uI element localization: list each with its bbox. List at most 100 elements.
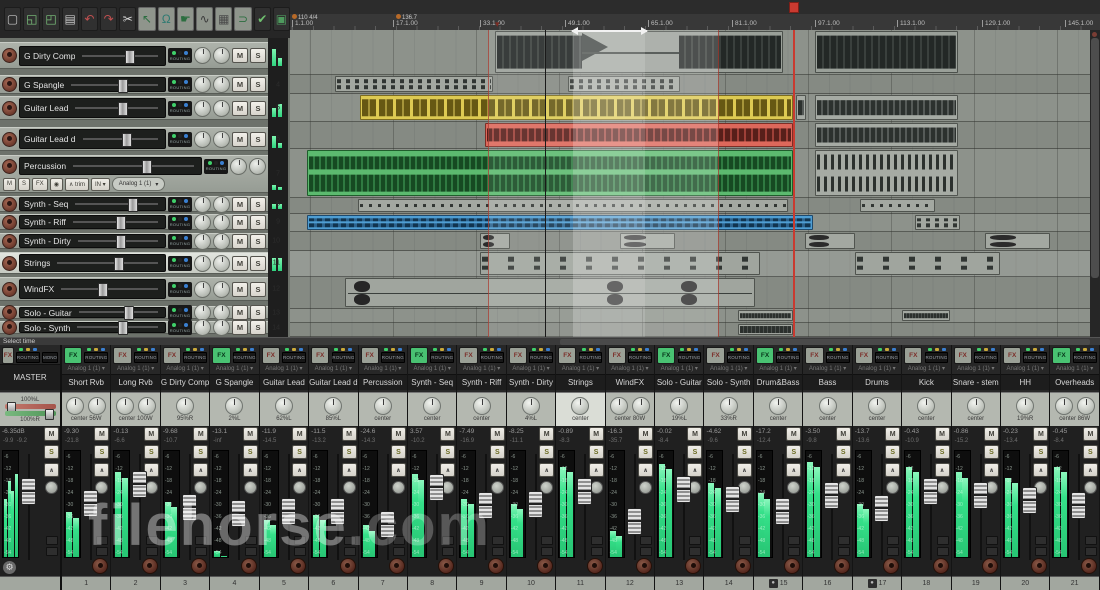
record-arm-button[interactable]: [290, 558, 306, 574]
fader-track[interactable]: [577, 454, 591, 560]
pan-knob[interactable]: [230, 158, 247, 175]
fx-button[interactable]: FX: [954, 347, 972, 364]
fx-button[interactable]: FX: [756, 347, 774, 364]
strip-number-row[interactable]: 1: [62, 576, 110, 590]
fader-track[interactable]: [627, 454, 641, 560]
tcp-track-row-6[interactable]: Guitar Lead dROUTINGMS6: [0, 127, 268, 151]
record-arm-button[interactable]: [241, 558, 257, 574]
strip-number-row[interactable]: 5: [260, 576, 308, 590]
strip-name[interactable]: G Dirty Comp: [161, 374, 209, 390]
fader-handle[interactable]: [21, 478, 36, 505]
strip-name[interactable]: HH: [1001, 374, 1049, 390]
media-item[interactable]: [815, 31, 958, 73]
strip-number-row[interactable]: ●17: [853, 576, 901, 590]
tcp-track-row-3[interactable]: G Dirty CompROUTINGMS3: [0, 42, 268, 69]
pan-knob[interactable]: [225, 397, 243, 415]
routing-button[interactable]: ROUTING: [168, 132, 192, 147]
volume-slider-handle[interactable]: [116, 216, 126, 230]
media-item[interactable]: [358, 199, 788, 212]
volume-slider-handle[interactable]: [116, 235, 126, 249]
input-select[interactable]: Analog 1 (1) ▾: [606, 364, 654, 374]
record-arm-button[interactable]: [2, 132, 17, 147]
routing-button[interactable]: ROUTING: [727, 352, 751, 363]
fader-handle[interactable]: [330, 498, 345, 525]
record-arm-button[interactable]: [389, 558, 405, 574]
volume-slider-handle[interactable]: [128, 198, 138, 212]
sends-knob[interactable]: [194, 481, 207, 494]
mute-button[interactable]: M: [193, 427, 208, 441]
tcp-control-fx[interactable]: FX: [32, 178, 48, 191]
record-arm-button[interactable]: [883, 558, 899, 574]
solo-button[interactable]: S: [250, 101, 266, 116]
track-lane-3[interactable]: [290, 30, 1100, 75]
pan-knob[interactable]: [670, 397, 688, 415]
strip-name[interactable]: Strings: [556, 374, 604, 390]
fader-handle[interactable]: [281, 498, 296, 525]
mute-button[interactable]: M: [342, 427, 357, 441]
routing-button[interactable]: ROUTING: [480, 352, 504, 363]
strip-name[interactable]: Percussion: [359, 374, 407, 390]
input-select[interactable]: Analog 1 (1) ▾: [952, 364, 1000, 374]
pan-knob[interactable]: [194, 255, 211, 272]
track-name-box[interactable]: Guitar Lead: [19, 98, 166, 118]
track-name-box[interactable]: WindFX: [19, 279, 166, 299]
strip-name[interactable]: Snare - stem: [952, 374, 1000, 390]
routing-button[interactable]: ROUTING: [168, 256, 192, 271]
fx-button[interactable]: FX: [558, 347, 576, 364]
fx-button[interactable]: FX: [410, 347, 428, 364]
tcp-track-row-4[interactable]: G SpangleROUTINGMS4: [0, 75, 268, 94]
mute-button[interactable]: M: [232, 197, 248, 212]
track-lane-6[interactable]: [290, 122, 1100, 149]
routing-button[interactable]: ROUTING: [168, 234, 192, 249]
media-item[interactable]: [915, 215, 960, 230]
fader-track[interactable]: [528, 454, 542, 560]
pan-knob[interactable]: [917, 397, 935, 415]
pan-knob[interactable]: [473, 397, 491, 415]
input-select[interactable]: Analog 1 (1) ▾: [1001, 364, 1049, 374]
pan-knob[interactable]: [194, 319, 211, 336]
strip-name[interactable]: MASTER: [0, 364, 60, 390]
pan-knob[interactable]: [194, 196, 211, 213]
folder-icon[interactable]: ●: [868, 579, 877, 588]
strip-name[interactable]: G Spangle: [210, 374, 258, 390]
fader-handle[interactable]: [874, 495, 889, 522]
fader-handle[interactable]: [182, 494, 197, 521]
play-cursor-flag[interactable]: [789, 2, 799, 13]
width-slider-left[interactable]: [5, 404, 56, 409]
mute-button[interactable]: M: [1033, 427, 1048, 441]
input-select[interactable]: Analog 1 (1) ▾: [210, 364, 258, 374]
strip-number-row[interactable]: ●15: [754, 576, 802, 590]
tcp-control-m[interactable]: M: [3, 178, 16, 191]
fader-track[interactable]: [380, 454, 394, 560]
record-arm-button[interactable]: [735, 558, 751, 574]
strip-number-row[interactable]: 18: [902, 576, 950, 590]
record-arm-button[interactable]: [2, 256, 17, 271]
media-item[interactable]: [855, 252, 1000, 275]
fx-button[interactable]: FX: [361, 347, 379, 364]
fader-handle[interactable]: [132, 471, 147, 498]
fader-handle[interactable]: [775, 498, 790, 525]
routing-button[interactable]: ROUTING: [381, 352, 405, 363]
track-name-box[interactable]: Synth - Seq: [19, 197, 166, 210]
mute-button[interactable]: M: [94, 427, 109, 441]
media-item[interactable]: [335, 76, 493, 92]
routing-button[interactable]: ROUTING: [168, 282, 192, 297]
gear-icon[interactable]: ⚙: [3, 561, 16, 574]
solo-button[interactable]: S: [250, 197, 266, 212]
record-arm-button[interactable]: [191, 558, 207, 574]
media-item[interactable]: [815, 95, 958, 120]
pan-knob[interactable]: [571, 397, 589, 415]
fader-track[interactable]: [923, 454, 937, 560]
fader-handle[interactable]: [429, 474, 444, 501]
fader-track[interactable]: [973, 454, 987, 560]
fx-button[interactable]: FX: [1052, 347, 1070, 364]
track-volume-slider[interactable]: [78, 240, 158, 242]
tcp-track-row-11[interactable]: StringsROUTINGMS11: [0, 252, 268, 274]
envelope-icon[interactable]: ∿: [196, 7, 213, 31]
fx-button[interactable]: FX: [2, 347, 14, 364]
routing-button[interactable]: ROUTING: [1073, 352, 1097, 363]
solo-button[interactable]: S: [250, 256, 266, 271]
fader-track[interactable]: [1022, 454, 1036, 560]
strip-number-row[interactable]: 4: [210, 576, 258, 590]
strip-number-row[interactable]: 12: [606, 576, 654, 590]
